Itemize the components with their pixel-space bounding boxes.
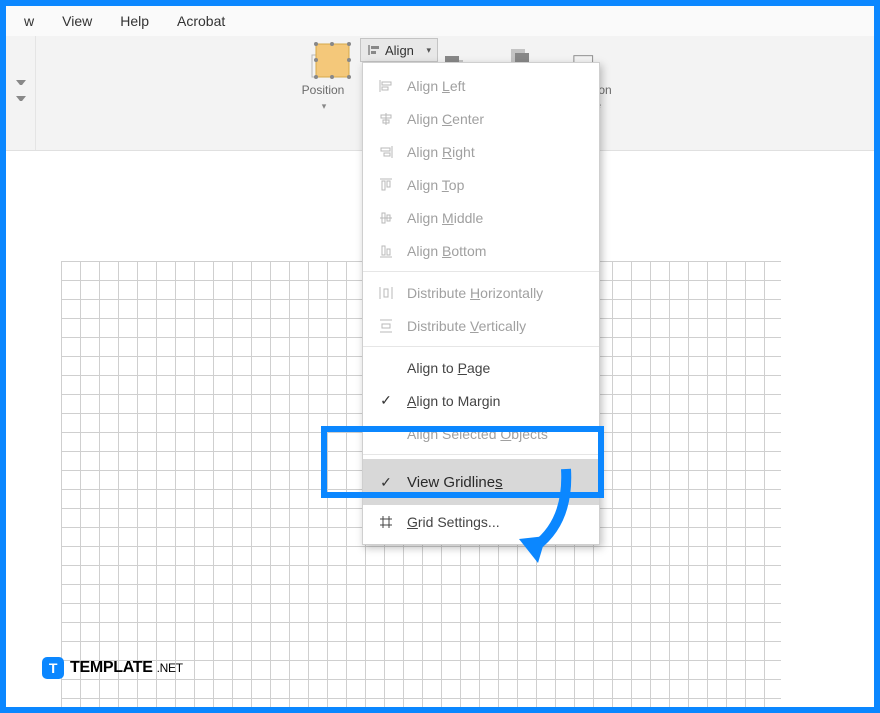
logo-suffix: .NET: [157, 661, 183, 675]
menu-align-bottom-label: Align Bottom: [407, 243, 486, 259]
align-middle-icon: [377, 209, 395, 227]
chevron-down-icon: ▾: [426, 45, 431, 56]
menu-align-middle[interactable]: Align Middle: [363, 201, 599, 234]
qat-dropdown-1[interactable]: [16, 80, 26, 90]
menu-distribute-vertical[interactable]: Distribute Vertically: [363, 309, 599, 342]
align-top-icon: [377, 176, 395, 194]
menu-align-center[interactable]: Align Center: [363, 102, 599, 135]
menu-align-left-label: Align Left: [407, 78, 465, 94]
menu-distribute-h-label: Distribute Horizontally: [407, 285, 543, 301]
logo-badge: T: [42, 657, 64, 679]
menu-align-to-page-label: Align to Page: [407, 360, 490, 376]
menu-align-right-label: Align Right: [407, 144, 475, 160]
menu-separator: [363, 346, 599, 347]
align-right-icon: [377, 143, 395, 161]
menu-align-bottom[interactable]: Align Bottom: [363, 234, 599, 267]
menu-align-top[interactable]: Align Top: [363, 168, 599, 201]
align-dropdown-menu: Align Left Align Center Align Right Alig…: [362, 62, 600, 545]
tutorial-frame: w View Help Acrobat Position ▾: [0, 0, 880, 713]
menu-bar: w View Help Acrobat: [6, 6, 874, 36]
menu-align-to-margin-label: Align to Margin: [407, 393, 500, 409]
align-left-icon: [377, 77, 395, 95]
menu-grid-settings-label: Grid Settings...: [407, 514, 500, 530]
selected-object-icon: [310, 38, 355, 83]
logo-text: TEMPLATE: [70, 659, 153, 677]
menu-item-acrobat[interactable]: Acrobat: [177, 13, 225, 29]
menu-align-to-margin[interactable]: ✓ Align to Margin: [363, 384, 599, 417]
checkmark-icon: ✓: [377, 392, 395, 409]
align-dropdown-button[interactable]: Align ▾: [360, 38, 438, 62]
distribute-v-icon: [377, 317, 395, 335]
menu-item-w[interactable]: w: [24, 13, 34, 29]
menu-align-center-label: Align Center: [407, 111, 484, 127]
position-label: Position: [302, 83, 345, 97]
menu-distribute-v-label: Distribute Vertically: [407, 318, 526, 334]
menu-align-top-label: Align Top: [407, 177, 464, 193]
menu-align-selected-objects[interactable]: Align Selected Objects: [363, 417, 599, 450]
menu-separator: [363, 454, 599, 455]
align-bottom-icon: [377, 242, 395, 260]
menu-separator: [363, 271, 599, 272]
chevron-down-icon: ▾: [322, 101, 327, 111]
menu-align-middle-label: Align Middle: [407, 210, 483, 226]
menu-item-help[interactable]: Help: [120, 13, 149, 29]
align-button-label: Align: [385, 43, 414, 58]
quick-access-toolbar: [6, 36, 36, 150]
grid-settings-icon: [377, 513, 395, 531]
menu-align-left[interactable]: Align Left: [363, 69, 599, 102]
menu-view-gridlines-label: View Gridlines: [407, 474, 503, 491]
align-center-icon: [377, 110, 395, 128]
template-net-logo: T TEMPLATE .NET: [42, 657, 183, 679]
menu-distribute-horizontal[interactable]: Distribute Horizontally: [363, 276, 599, 309]
align-icon: [367, 43, 381, 57]
menu-item-view[interactable]: View: [62, 13, 92, 29]
distribute-h-icon: [377, 284, 395, 302]
menu-grid-settings[interactable]: Grid Settings...: [363, 505, 599, 538]
checkmark-icon: ✓: [377, 474, 395, 491]
menu-align-right[interactable]: Align Right: [363, 135, 599, 168]
menu-align-selected-label: Align Selected Objects: [407, 426, 548, 442]
menu-align-to-page[interactable]: Align to Page: [363, 351, 599, 384]
qat-dropdown-2[interactable]: [16, 96, 26, 106]
menu-view-gridlines[interactable]: ✓ View Gridlines: [363, 459, 599, 505]
